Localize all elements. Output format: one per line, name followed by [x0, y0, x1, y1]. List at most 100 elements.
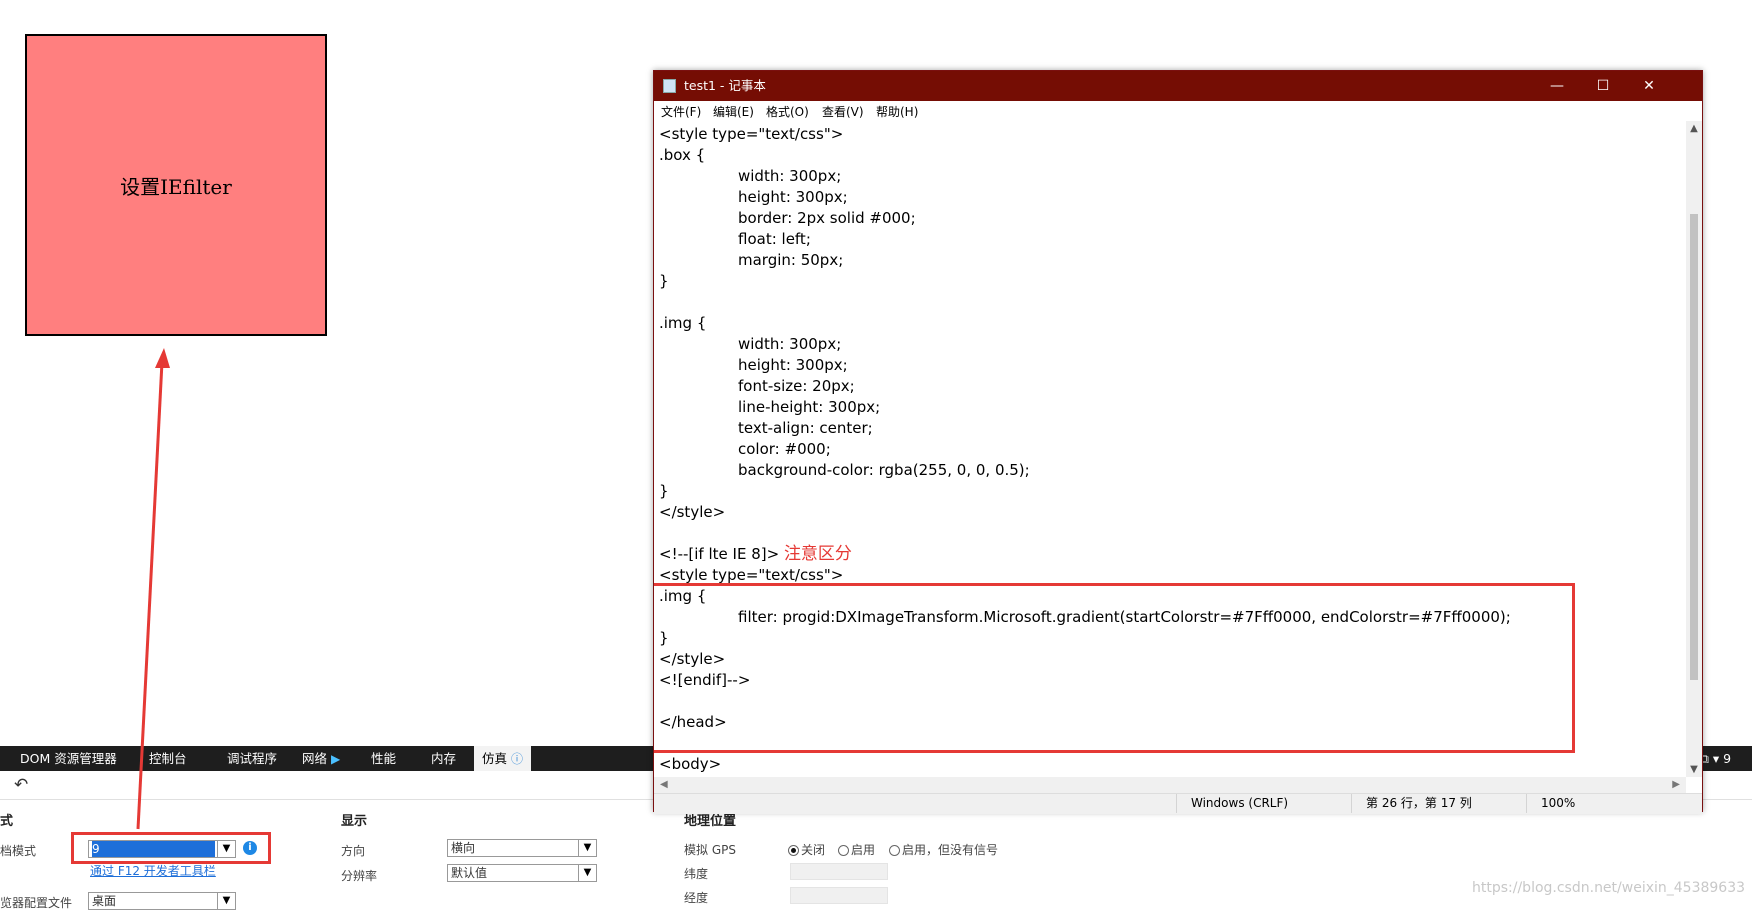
code-line-text: } — [659, 629, 669, 647]
code-line: .box { — [659, 145, 705, 166]
code-line: font-size: 20px; — [738, 376, 855, 397]
menu-view[interactable]: 查看(V) — [822, 103, 864, 120]
longitude-field[interactable] — [790, 887, 888, 904]
menu-help[interactable]: 帮助(H) — [876, 103, 918, 120]
orientation-value: 横向 — [451, 841, 476, 855]
close-button[interactable]: ✕ — [1626, 71, 1672, 101]
info-icon: ⓘ — [511, 752, 524, 766]
code-line-text: .img { — [659, 314, 707, 332]
code-line: background-color: rgba(255, 0, 0, 0.5); — [738, 460, 1030, 481]
ie-filter-demo-box: 设置IEfilter — [25, 34, 327, 336]
gps-on-radio[interactable]: 启用 — [838, 841, 875, 858]
minimize-button[interactable]: — — [1534, 71, 1580, 101]
code-line: <![endif]--> — [659, 670, 750, 691]
text-editor[interactable]: <style type="text/css"> .box {width: 300p… — [654, 121, 1686, 777]
tab-network[interactable]: 网络 ▶ — [302, 746, 340, 771]
tab-network-label: 网络 — [302, 751, 328, 766]
gps-off-radio[interactable]: 关闭 — [788, 841, 825, 858]
gps-no-signal-label: 启用，但没有信号 — [902, 843, 999, 857]
code-line-text: background-color: rgba(255, 0, 0, 0.5); — [738, 461, 1030, 479]
menu-file[interactable]: 文件(F) — [661, 103, 701, 120]
highlight-box — [71, 832, 271, 864]
menu-edit[interactable]: 编辑(E) — [713, 103, 754, 120]
tab-debugger[interactable]: 调试程序 — [227, 746, 277, 771]
code-line: float: left; — [738, 229, 811, 250]
tab-emulation[interactable]: 仿真 ⓘ — [474, 746, 532, 771]
reset-icon[interactable]: ↶ — [14, 775, 28, 795]
orientation-label: 方向 — [341, 844, 366, 858]
code-line: <style type="text/css"> — [659, 124, 843, 145]
tab-performance[interactable]: 性能 — [371, 746, 396, 771]
code-line-text: height: 300px; — [738, 356, 848, 374]
code-line-text: width: 300px; — [738, 167, 842, 185]
gps-on-label: 启用 — [851, 843, 876, 857]
menu-bar: 文件(F) 编辑(E) 格式(O) 查看(V) 帮助(H) — [654, 101, 1702, 121]
code-line-text: filter: progid:DXImageTransform.Microsof… — [738, 608, 1511, 626]
code-line-text: .img { — [659, 587, 707, 605]
code-line: width: 300px; — [738, 334, 841, 355]
gps-label: 模拟 GPS — [684, 843, 736, 857]
orientation-select[interactable]: 横向 ▼ — [447, 839, 597, 857]
arrow-head — [155, 348, 170, 368]
code-line-text: border: 2px solid #000; — [738, 209, 916, 227]
longitude-label: 经度 — [684, 891, 709, 905]
code-line-text: .box { — [659, 146, 706, 164]
watermark: https://blog.csdn.net/weixin_45389633 — [1472, 880, 1746, 896]
notepad-window: test1 - 记事本 — ☐ ✕ 文件(F) 编辑(E) 格式(O) 查看(V… — [653, 70, 1703, 814]
scroll-left-icon[interactable]: ◀ — [660, 777, 668, 793]
scroll-down-icon[interactable]: ▼ — [1686, 764, 1702, 775]
menu-format[interactable]: 格式(O) — [766, 103, 809, 120]
status-encoding: Windows (CRLF) — [1176, 794, 1351, 813]
resolution-value: 默认值 — [451, 866, 488, 880]
scroll-up-icon[interactable]: ▲ — [1686, 123, 1702, 134]
code-line: .img { — [659, 586, 706, 607]
code-line-text: } — [659, 272, 669, 290]
chevron-down-icon: ▼ — [578, 865, 596, 881]
chevron-down-icon: ▼ — [578, 840, 596, 856]
code-line: <style type="text/css"> — [659, 565, 843, 586]
code-line-text: </head> — [659, 713, 727, 731]
gps-no-signal-radio[interactable]: 启用，但没有信号 — [889, 841, 998, 858]
code-line: } — [659, 481, 669, 502]
code-line: height: 300px; — [738, 187, 848, 208]
code-line: color: #000; — [738, 439, 831, 460]
code-line-text: </style> — [659, 503, 726, 521]
tab-console[interactable]: 控制台 — [149, 746, 187, 771]
code-line: <body> — [659, 754, 721, 775]
code-line: } — [659, 628, 669, 649]
horizontal-scrollbar[interactable]: ◀ ▶ — [654, 777, 1686, 793]
window-title: test1 - 记事本 — [684, 78, 766, 93]
tab-memory[interactable]: 内存 — [431, 746, 456, 771]
code-line: </style> — [659, 502, 725, 523]
devtools-target-selector[interactable]: ⧉ ▾ 9 — [1700, 746, 1731, 771]
code-line-text: <body> — [659, 755, 722, 773]
code-line-text: </style> — [659, 650, 726, 668]
code-line: text-align: center; — [738, 418, 873, 439]
code-line: </style> — [659, 649, 725, 670]
mode-section-title: 式 — [0, 814, 14, 829]
code-line-text: <![endif]--> — [659, 671, 751, 689]
f12-toolbar-link[interactable]: 通过 F12 开发者工具栏 — [90, 862, 216, 879]
tab-emulation-label: 仿真 — [482, 751, 508, 766]
code-line-text: } — [659, 482, 669, 500]
demo-box-label: 设置IEfilter — [120, 174, 232, 199]
code-line-text: margin: 50px; — [738, 251, 844, 269]
browser-profile-value: 桌面 — [92, 894, 117, 908]
code-line-text: width: 300px; — [738, 335, 842, 353]
annotation-note: 注意区分 — [783, 544, 852, 564]
code-line-text: color: #000; — [738, 440, 831, 458]
code-line: height: 300px; — [738, 355, 848, 376]
vertical-scrollbar[interactable]: ▲ ▼ — [1686, 121, 1702, 777]
resolution-label: 分辨率 — [341, 869, 378, 883]
code-line: <!--[if lte IE 8]> 注意区分 — [659, 544, 852, 565]
resolution-select[interactable]: 默认值 ▼ — [447, 864, 597, 882]
latitude-field[interactable] — [790, 863, 888, 880]
code-line-text: <!--[if lte IE 8]> — [659, 545, 780, 563]
scroll-right-icon[interactable]: ▶ — [1672, 777, 1680, 793]
code-line: border: 2px solid #000; — [738, 208, 916, 229]
tab-dom-explorer[interactable]: DOM 资源管理器 — [20, 746, 117, 771]
maximize-button[interactable]: ☐ — [1580, 71, 1626, 101]
browser-profile-select[interactable]: 桌面 ▼ — [88, 892, 236, 910]
scroll-thumb[interactable] — [1690, 214, 1698, 680]
latitude-label: 纬度 — [684, 867, 709, 881]
